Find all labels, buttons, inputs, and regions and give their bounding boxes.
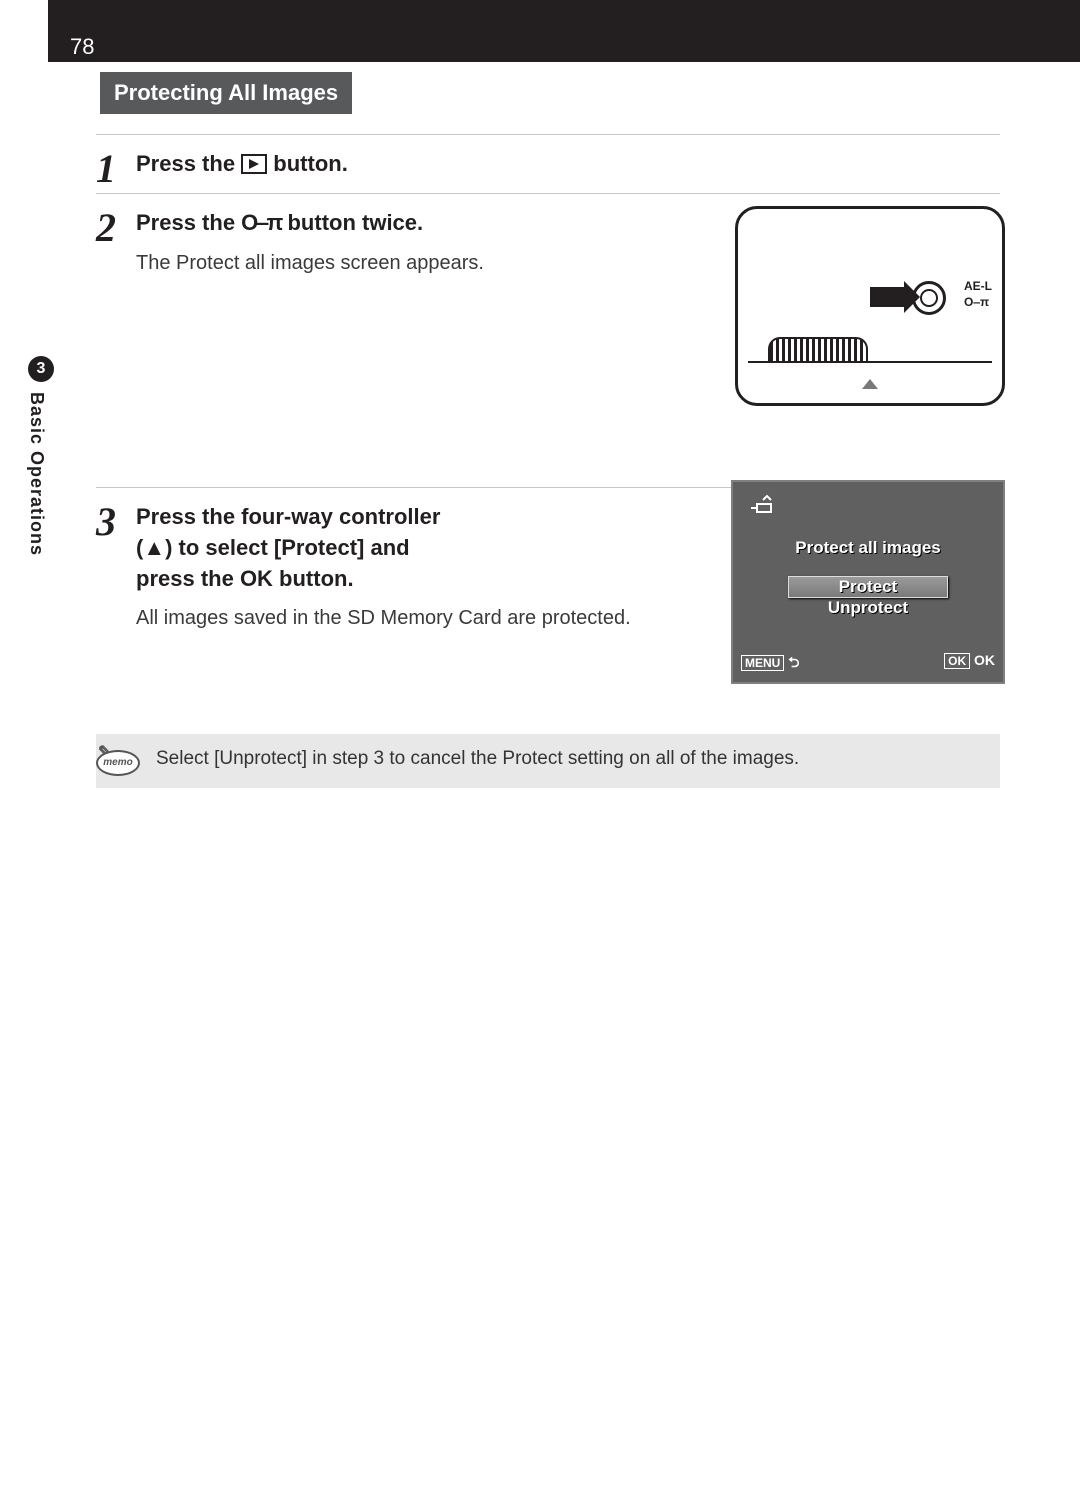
triangle-icon — [862, 379, 878, 389]
arrow-icon — [870, 287, 906, 307]
ok-icon: OK — [240, 566, 273, 591]
lcd-option-protect: Protect — [788, 576, 948, 598]
step-title: Press the button. — [136, 149, 990, 180]
header-bar — [48, 0, 1080, 62]
camera-protect-button — [912, 281, 946, 315]
step-1: 1 Press the button. — [96, 134, 1000, 189]
step-number: 3 — [96, 502, 136, 727]
camera-dial — [768, 337, 868, 361]
memo-text: Select [Unprotect] in step 3 to cancel t… — [156, 748, 984, 770]
section-heading: Protecting All Images — [100, 72, 352, 114]
chapter-number: 3 — [28, 356, 54, 382]
lcd-option-unprotect: Unprotect — [733, 598, 1003, 618]
chapter-tab: 3 Basic Operations — [26, 356, 56, 556]
lcd-screen: Protect all images Protect Unprotect MEN… — [731, 480, 1005, 684]
step-number: 1 — [96, 149, 136, 189]
memo-box: Select [Unprotect] in step 3 to cancel t… — [96, 734, 1000, 788]
card-icon — [749, 494, 775, 520]
camera-illustration: AE-L O‒π — [735, 206, 1005, 406]
camera-base — [748, 361, 992, 395]
protect-key-icon: O‒π — [241, 210, 281, 235]
memo-icon: ✎ memo — [96, 744, 140, 778]
lcd-menu-label: MENU ⮌ — [741, 652, 799, 676]
chapter-label: Basic Operations — [26, 392, 47, 556]
lcd-title: Protect all images — [733, 538, 1003, 558]
step-number: 2 — [96, 208, 136, 483]
playback-icon — [241, 154, 267, 174]
camera-button-labels: AE-L O‒π — [964, 279, 992, 310]
lcd-ok-label: OK OK — [944, 652, 995, 676]
page-number: 78 — [70, 34, 94, 60]
